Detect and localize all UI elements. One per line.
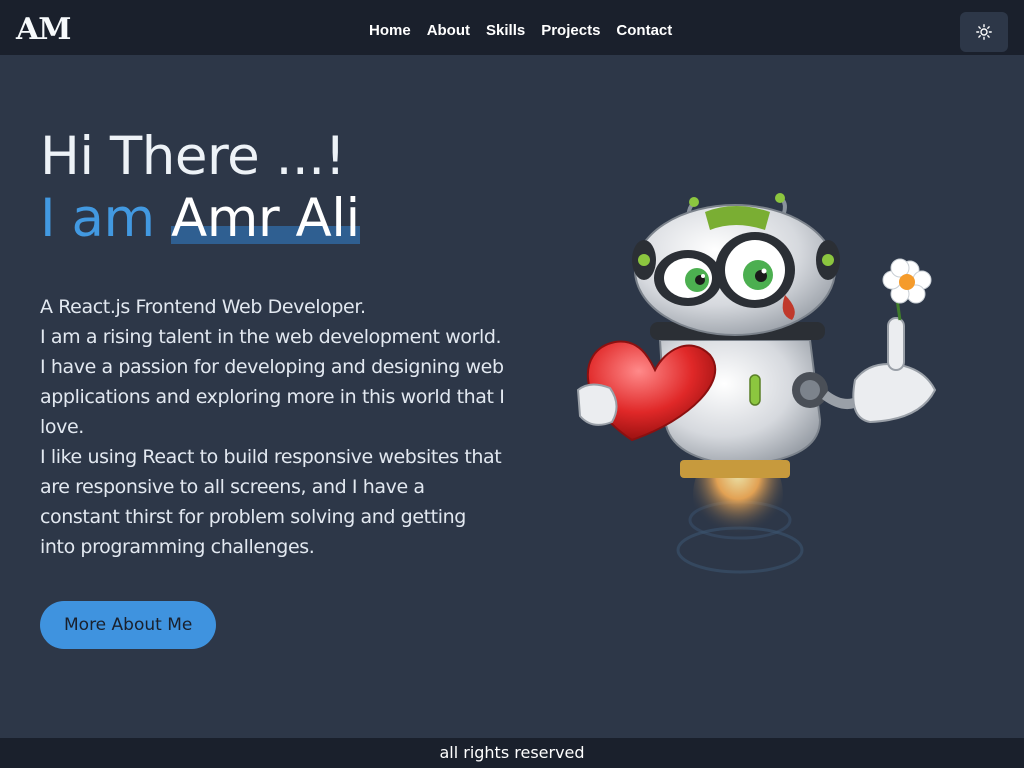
author-name: Amr Ali bbox=[170, 188, 360, 249]
intro-heading: I am Amr Ali bbox=[40, 188, 510, 250]
footer-text: all rights reserved bbox=[439, 743, 585, 762]
sun-icon bbox=[976, 24, 992, 40]
intro-prefix: I am bbox=[40, 188, 155, 249]
bio-line: I am a rising talent in the web developm… bbox=[40, 326, 505, 438]
bio-line: A React.js Frontend Web Developer. bbox=[40, 296, 366, 318]
bio-line: I like using React to build responsive w… bbox=[40, 446, 502, 558]
navbar: AM Home About Skills Projects Contact bbox=[0, 0, 1024, 55]
greeting-heading: Hi There ...! bbox=[40, 126, 346, 187]
theme-toggle-button[interactable] bbox=[960, 12, 1008, 52]
hero-heading: Hi There ...! I am Amr Ali bbox=[40, 126, 510, 250]
nav-links: Home About Skills Projects Contact bbox=[369, 22, 672, 39]
bio-text: A React.js Frontend Web Developer. I am … bbox=[40, 292, 505, 562]
robot-illustration bbox=[576, 193, 937, 574]
footer: all rights reserved bbox=[0, 738, 1024, 768]
nav-link-home[interactable]: Home bbox=[369, 22, 411, 39]
nav-link-contact[interactable]: Contact bbox=[616, 22, 672, 39]
more-about-me-button[interactable]: More About Me bbox=[40, 601, 217, 649]
nav-link-projects[interactable]: Projects bbox=[541, 22, 600, 39]
nav-link-about[interactable]: About bbox=[427, 22, 470, 39]
site-logo[interactable]: AM bbox=[16, 12, 71, 47]
nav-link-skills[interactable]: Skills bbox=[486, 22, 525, 39]
